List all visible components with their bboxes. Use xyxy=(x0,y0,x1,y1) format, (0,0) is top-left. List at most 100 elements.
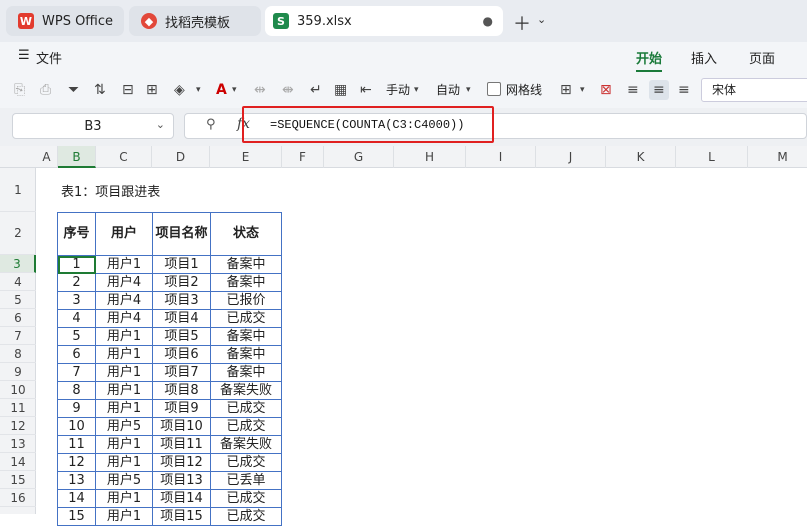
tab-spreadsheet-file[interactable]: S 359.xlsx ● xyxy=(265,6,503,36)
table-cell[interactable]: 用户1 xyxy=(95,507,153,526)
table-cell[interactable]: 备案中 xyxy=(210,327,282,346)
table-cell[interactable]: 用户1 xyxy=(95,435,153,454)
row-header-7[interactable]: 7 xyxy=(0,327,36,345)
table-cell[interactable]: 9 xyxy=(57,399,96,418)
table-header-cell[interactable]: 项目名称 xyxy=(152,212,211,256)
table-cell[interactable]: 5 xyxy=(57,327,96,346)
table-cell[interactable]: 11 xyxy=(57,435,96,454)
chevron-down-icon[interactable]: ⌄ xyxy=(156,118,165,131)
column-header-F[interactable]: F xyxy=(282,146,324,168)
split-icon[interactable]: ⇼ xyxy=(282,80,294,100)
merge-icon[interactable]: ⇹ xyxy=(254,80,266,100)
table-cell[interactable]: 用户1 xyxy=(95,345,153,364)
table-cell[interactable]: 已成交 xyxy=(210,399,282,418)
table-cell[interactable]: 项目13 xyxy=(152,471,211,490)
align-left-icon[interactable]: ≡ xyxy=(627,80,639,100)
table-cell[interactable]: 7 xyxy=(57,363,96,382)
table-cell[interactable]: 4 xyxy=(57,309,96,328)
table-cell[interactable]: 14 xyxy=(57,489,96,508)
table-cell[interactable]: 项目6 xyxy=(152,345,211,364)
column-header-K[interactable]: K xyxy=(606,146,676,168)
sheet-title[interactable]: 表1：项目跟进表 xyxy=(61,181,160,200)
table-cell[interactable]: 10 xyxy=(57,417,96,436)
new-tab-plus-icon[interactable]: ＋ xyxy=(513,10,531,36)
format-painter-icon[interactable]: ⎙ xyxy=(40,80,51,100)
table-cell[interactable]: 项目11 xyxy=(152,435,211,454)
table-cell[interactable]: 已成交 xyxy=(210,489,282,508)
table-cell[interactable]: 用户1 xyxy=(95,255,153,274)
file-menu[interactable]: 文件 xyxy=(36,48,62,67)
table-cell[interactable]: 项目7 xyxy=(152,363,211,382)
ribbon-tab-home[interactable]: 开始 xyxy=(636,48,662,67)
table-cell[interactable]: 用户5 xyxy=(95,417,153,436)
row-header-10[interactable]: 10 xyxy=(0,381,36,399)
chevron-down-icon[interactable]: ▾ xyxy=(196,80,201,100)
chevron-down-icon[interactable]: ▾ xyxy=(414,80,419,100)
borders-icon[interactable]: ⊞ xyxy=(146,80,158,100)
sort-icon[interactable]: ⇅ xyxy=(94,80,106,100)
table-cell[interactable]: 备案中 xyxy=(210,345,282,364)
column-header-L[interactable]: L xyxy=(676,146,748,168)
table-cell[interactable]: 用户1 xyxy=(95,327,153,346)
table-cell[interactable]: 8 xyxy=(57,381,96,400)
table-cell[interactable]: 项目10 xyxy=(152,417,211,436)
table-cell[interactable]: 项目3 xyxy=(152,291,211,310)
freeze-icon[interactable]: ⊟ xyxy=(122,80,134,100)
row-header-2[interactable]: 2 xyxy=(0,212,36,255)
chevron-down-icon[interactable]: ▾ xyxy=(580,80,585,100)
cell-style-icon[interactable]: ▦ xyxy=(334,80,347,100)
chevron-down-icon[interactable]: ⌄ xyxy=(537,13,546,26)
table-cell[interactable]: 13 xyxy=(57,471,96,490)
align-right-icon[interactable]: ≡ xyxy=(678,80,690,100)
row-header-8[interactable]: 8 xyxy=(0,345,36,363)
table-header-cell[interactable]: 状态 xyxy=(210,212,282,256)
table-cell[interactable]: 用户1 xyxy=(95,399,153,418)
paste-icon[interactable]: ⎘ xyxy=(14,80,25,100)
table-cell[interactable]: 用户1 xyxy=(95,489,153,508)
table-format-icon[interactable]: ⊞ xyxy=(560,80,572,100)
tab-close-icon[interactable]: ● xyxy=(483,14,493,28)
table-cell[interactable]: 备案失败 xyxy=(210,435,282,454)
name-box[interactable]: B3 ⌄ xyxy=(12,113,174,139)
font-color-icon[interactable]: A xyxy=(216,80,227,100)
table-cell[interactable]: 已丢单 xyxy=(210,471,282,490)
table-header-cell[interactable]: 序号 xyxy=(57,212,96,256)
column-header-M[interactable]: M xyxy=(748,146,807,168)
table-cell[interactable]: 2 xyxy=(57,273,96,292)
column-header-G[interactable]: G xyxy=(324,146,394,168)
table-cell[interactable]: 项目8 xyxy=(152,381,211,400)
row-header-4[interactable]: 4 xyxy=(0,273,36,291)
hamburger-menu-icon[interactable]: ☰ xyxy=(18,48,30,63)
row-header-6[interactable]: 6 xyxy=(0,309,36,327)
column-header-E[interactable]: E xyxy=(210,146,282,168)
column-header-A[interactable]: A xyxy=(36,146,58,168)
table-cell[interactable]: 用户4 xyxy=(95,309,153,328)
table-cell[interactable]: 备案失败 xyxy=(210,381,282,400)
row-header-15[interactable]: 15 xyxy=(0,471,36,489)
zoom-icon[interactable]: ⚲ xyxy=(206,117,216,132)
table-cell[interactable]: 3 xyxy=(57,291,96,310)
row-header-16[interactable]: 16 xyxy=(0,489,36,507)
column-header-B[interactable]: B xyxy=(58,146,96,168)
fill-color-icon[interactable]: ◈ xyxy=(174,80,185,100)
table-cell[interactable]: 用户4 xyxy=(95,291,153,310)
row-header-12[interactable]: 12 xyxy=(0,417,36,435)
table-cell[interactable]: 6 xyxy=(57,345,96,364)
ribbon-tab-insert[interactable]: 插入 xyxy=(691,48,717,67)
table-cell[interactable]: 项目9 xyxy=(152,399,211,418)
table-cell[interactable]: 项目14 xyxy=(152,489,211,508)
tab-template-store[interactable]: ◆ 找稻壳模板 xyxy=(129,6,261,36)
table-cell[interactable]: 用户1 xyxy=(95,453,153,472)
table-cell[interactable]: 备案中 xyxy=(210,363,282,382)
table-cell[interactable]: 已成交 xyxy=(210,507,282,526)
filter-icon[interactable]: ⏷ xyxy=(68,80,79,100)
font-name-select[interactable]: 宋体 xyxy=(701,78,807,102)
table-cell[interactable]: 备案中 xyxy=(210,255,282,274)
table-cell[interactable]: 项目5 xyxy=(152,327,211,346)
tab-wps-office[interactable]: W WPS Office xyxy=(6,6,124,36)
row-header-9[interactable]: 9 xyxy=(0,363,36,381)
chevron-down-icon[interactable]: ▾ xyxy=(232,80,237,100)
column-header-C[interactable]: C xyxy=(96,146,152,168)
table-cell[interactable]: 已成交 xyxy=(210,417,282,436)
column-header-I[interactable]: I xyxy=(466,146,536,168)
